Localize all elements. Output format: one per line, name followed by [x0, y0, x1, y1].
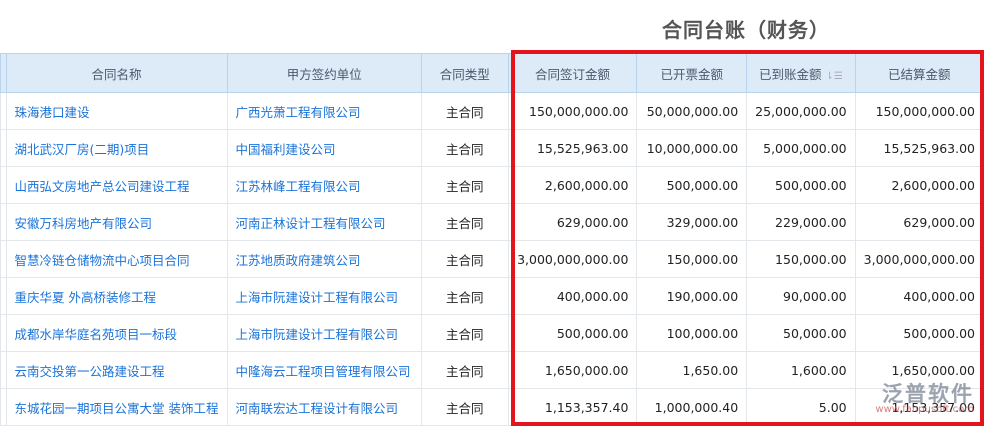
table-row[interactable]: 山西弘文房地产总公司建设工程 江苏林峰工程有限公司 主合同 2,600,000.00 5… [0, 166, 984, 204]
party-a-cell[interactable]: 中隆海云工程项目管理有限公司 [226, 351, 423, 389]
col-signed-amount[interactable]: 合同签订金额 [507, 53, 638, 93]
table-row[interactable]: 东城花园一期项目公寓大堂 装饰工程 河南联宏达工程设计有限公司 主合同 1,153,3… [0, 388, 984, 426]
received-amount-cell: 500,000.00 [746, 166, 856, 204]
table-row[interactable]: 安徽万科房地产有限公司 河南正林设计工程有限公司 主合同 629,000.00 329,… [0, 203, 984, 241]
contract-type-cell: 主合同 [421, 203, 509, 241]
received-amount-cell: 150,000.00 [746, 240, 856, 278]
party-a-cell[interactable]: 广西光萧工程有限公司 [226, 92, 423, 130]
party-a-cell[interactable]: 河南联宏达工程设计有限公司 [226, 388, 423, 426]
settled-amount-cell: 629,000.00 [854, 203, 984, 241]
contract-type-cell: 主合同 [421, 240, 509, 278]
contract-name-cell[interactable]: 智慧冷链仓储物流中心项目合同 [5, 240, 228, 278]
col-received-label: 已到账金额 [758, 66, 822, 82]
signed-amount-cell: 2,600,000.00 [507, 166, 638, 204]
table-row[interactable]: 重庆华夏 外高桥装修工程 上海市阮建设计工程有限公司 主合同 400,000.00 19… [0, 277, 984, 315]
signed-amount-cell: 3,000,000,000.00 [507, 240, 638, 278]
signed-amount-cell: 15,525,963.00 [507, 129, 638, 167]
received-amount-cell: 5.00 [746, 388, 856, 426]
party-a-cell[interactable]: 河南正林设计工程有限公司 [226, 203, 423, 241]
col-contract-name[interactable]: 合同名称 [5, 53, 228, 93]
invoiced-amount-cell: 100,000.00 [636, 314, 748, 352]
contract-name-cell[interactable]: 湖北武汉厂房(二期)项目 [5, 129, 228, 167]
signed-amount-cell: 400,000.00 [507, 277, 638, 315]
table-header: 合同名称 甲方签约单位 合同类型 合同签订金额 已开票金额 已到账金额 ⇂☰ 已结… [0, 53, 984, 93]
signed-amount-cell: 500,000.00 [507, 314, 638, 352]
settled-amount-cell: 3,000,000,000.00 [854, 240, 984, 278]
contract-ledger-table: 合同名称 甲方签约单位 合同类型 合同签订金额 已开票金额 已到账金额 ⇂☰ 已结… [0, 53, 984, 426]
received-amount-cell: 1,600.00 [746, 351, 856, 389]
received-amount-cell: 229,000.00 [746, 203, 856, 241]
col-invoiced-amount[interactable]: 已开票金额 [636, 53, 748, 93]
invoiced-amount-cell: 10,000,000.00 [636, 129, 748, 167]
table-row[interactable]: 成都水岸华庭名苑项目一标段 上海市阮建设计工程有限公司 主合同 500,000.00 1… [0, 314, 984, 352]
col-contract-type[interactable]: 合同类型 [421, 53, 509, 93]
table-row[interactable]: 智慧冷链仓储物流中心项目合同 江苏地质政府建筑公司 主合同 3,000,000,000… [0, 240, 984, 278]
table-row[interactable]: 云南交投第一公路建设工程 中隆海云工程项目管理有限公司 主合同 1,650,000.0… [0, 351, 984, 389]
page-title: 合同台账（财务） [662, 18, 830, 42]
settled-amount-cell: 150,000,000.00 [854, 92, 984, 130]
contract-name-cell[interactable]: 成都水岸华庭名苑项目一标段 [5, 314, 228, 352]
settled-amount-cell: 500,000.00 [854, 314, 984, 352]
received-amount-cell: 25,000,000.00 [746, 92, 856, 130]
settled-amount-cell: 400,000.00 [854, 277, 984, 315]
party-a-cell[interactable]: 上海市阮建设计工程有限公司 [226, 314, 423, 352]
contract-name-cell[interactable]: 东城花园一期项目公寓大堂 装饰工程 [5, 388, 228, 426]
party-a-cell[interactable]: 上海市阮建设计工程有限公司 [226, 277, 423, 315]
invoiced-amount-cell: 1,650.00 [636, 351, 748, 389]
signed-amount-cell: 1,650,000.00 [507, 351, 638, 389]
contract-name-cell[interactable]: 山西弘文房地产总公司建设工程 [5, 166, 228, 204]
contract-type-cell: 主合同 [421, 166, 509, 204]
contract-name-cell[interactable]: 安徽万科房地产有限公司 [5, 203, 228, 241]
col-party-a[interactable]: 甲方签约单位 [226, 53, 423, 93]
invoiced-amount-cell: 1,000,000.40 [636, 388, 748, 426]
signed-amount-cell: 1,153,357.40 [507, 388, 638, 426]
invoiced-amount-cell: 500,000.00 [636, 166, 748, 204]
contract-name-cell[interactable]: 云南交投第一公路建设工程 [5, 351, 228, 389]
received-amount-cell: 5,000,000.00 [746, 129, 856, 167]
contract-type-cell: 主合同 [421, 388, 509, 426]
received-amount-cell: 50,000.00 [746, 314, 856, 352]
invoiced-amount-cell: 50,000,000.00 [636, 92, 748, 130]
contract-name-cell[interactable]: 珠海港口建设 [5, 92, 228, 130]
invoiced-amount-cell: 329,000.00 [636, 203, 748, 241]
settled-amount-cell: 15,525,963.00 [854, 129, 984, 167]
table-row[interactable]: 湖北武汉厂房(二期)项目 中国福利建设公司 主合同 15,525,963.00 10,0… [0, 129, 984, 167]
party-a-cell[interactable]: 中国福利建设公司 [226, 129, 423, 167]
invoiced-amount-cell: 190,000.00 [636, 277, 748, 315]
sort-icon[interactable]: ⇂☰ [825, 71, 842, 82]
contract-name-cell[interactable]: 重庆华夏 外高桥装修工程 [5, 277, 228, 315]
watermark-logo: 泛普软件 www.fanpusoft.com [875, 382, 974, 415]
settled-amount-cell: 2,600,000.00 [854, 166, 984, 204]
contract-type-cell: 主合同 [421, 92, 509, 130]
col-received-amount[interactable]: 已到账金额 ⇂☰ [746, 53, 856, 93]
contract-type-cell: 主合同 [421, 314, 509, 352]
party-a-cell[interactable]: 江苏林峰工程有限公司 [226, 166, 423, 204]
signed-amount-cell: 629,000.00 [507, 203, 638, 241]
received-amount-cell: 90,000.00 [746, 277, 856, 315]
signed-amount-cell: 150,000,000.00 [507, 92, 638, 130]
contract-type-cell: 主合同 [421, 277, 509, 315]
col-settled-amount[interactable]: 已结算金额 [854, 53, 984, 93]
party-a-cell[interactable]: 江苏地质政府建筑公司 [226, 240, 423, 278]
invoiced-amount-cell: 150,000.00 [636, 240, 748, 278]
contract-type-cell: 主合同 [421, 129, 509, 167]
contract-type-cell: 主合同 [421, 351, 509, 389]
table-row[interactable]: 珠海港口建设 广西光萧工程有限公司 主合同 150,000,000.00 50,000,… [0, 92, 984, 130]
